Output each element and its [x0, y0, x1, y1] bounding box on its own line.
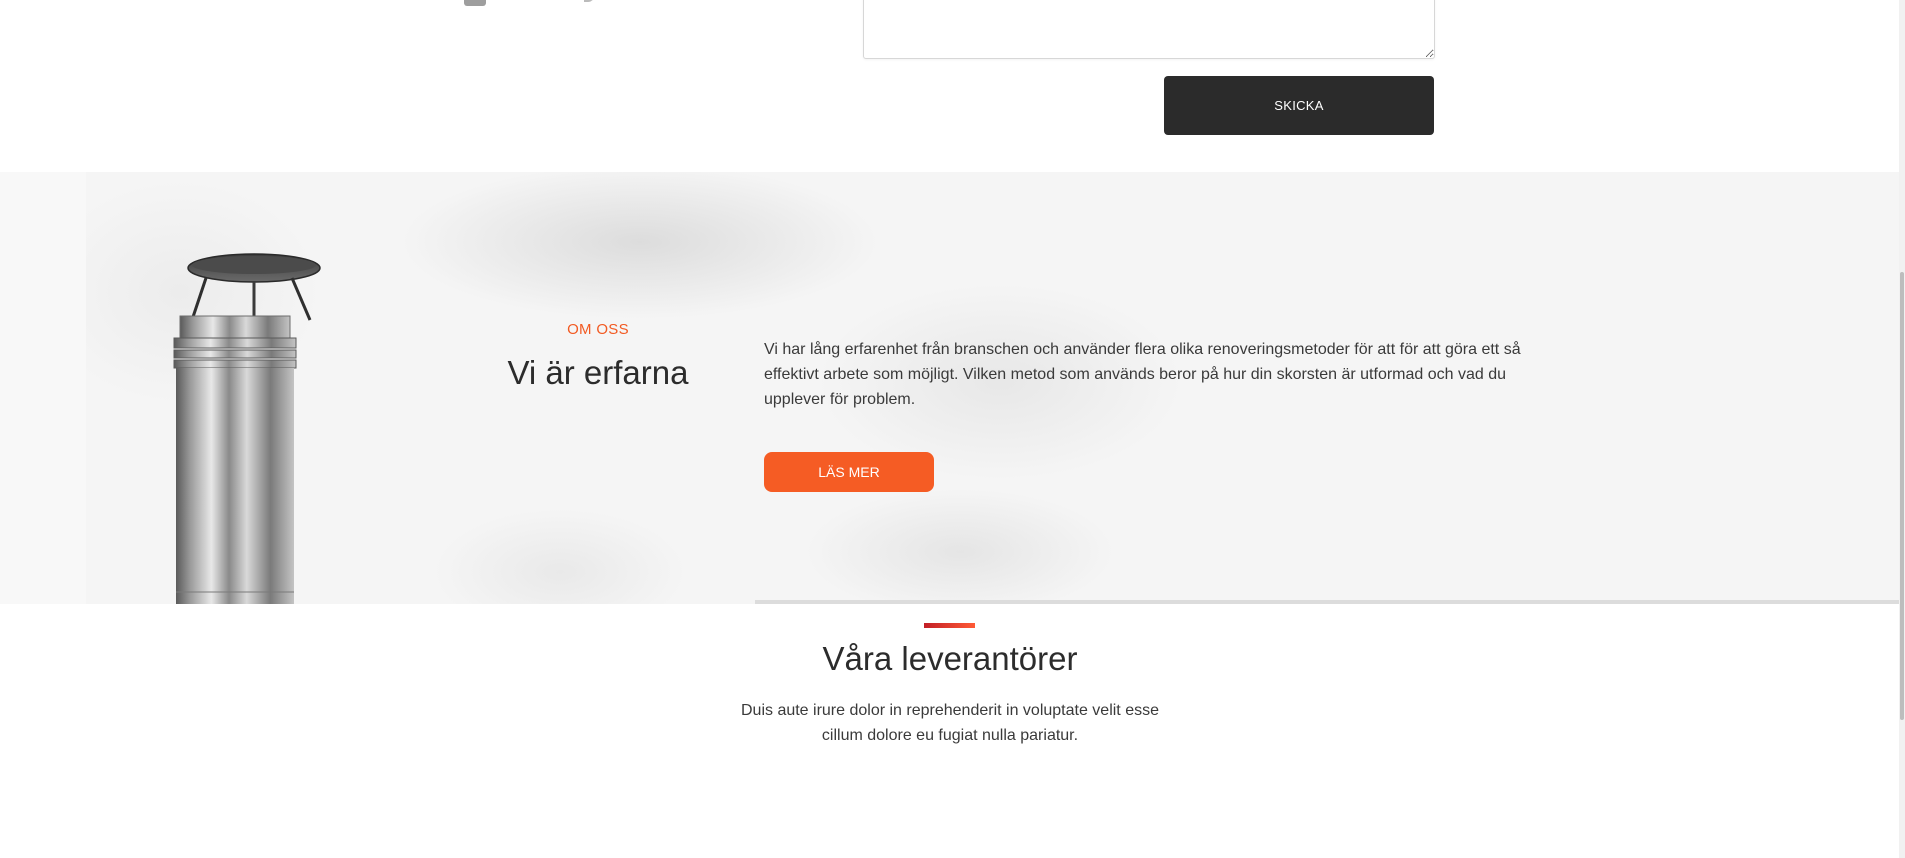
- suppliers-title: Våra leverantörer: [822, 640, 1078, 677]
- suppliers-subtitle: Duis aute irure dolor in reprehenderit i…: [740, 702, 1159, 744]
- section-divider: [755, 600, 1905, 604]
- chimney-image: [173, 253, 321, 604]
- contact-form: SKICKA: [0, 0, 1905, 172]
- background-strip: [0, 172, 86, 604]
- read-more-button[interactable]: LÄS MER: [764, 452, 934, 492]
- scrollbar-thumb[interactable]: [1900, 272, 1904, 720]
- page: SKICKA OM OSS Vi är erfarna Vi har lång …: [0, 0, 1905, 858]
- about-description: Vi har lång erfarenhet från branschen oc…: [764, 341, 1521, 408]
- message-textarea[interactable]: [863, 0, 1435, 59]
- suppliers-accent-bar: [924, 623, 975, 628]
- about-title: Vi är erfarna: [507, 354, 689, 391]
- send-button[interactable]: SKICKA: [1164, 76, 1434, 135]
- about-eyebrow: OM OSS: [567, 321, 629, 338]
- consent-label-fragment: [584, 0, 594, 2]
- consent-checkbox[interactable]: [464, 0, 486, 6]
